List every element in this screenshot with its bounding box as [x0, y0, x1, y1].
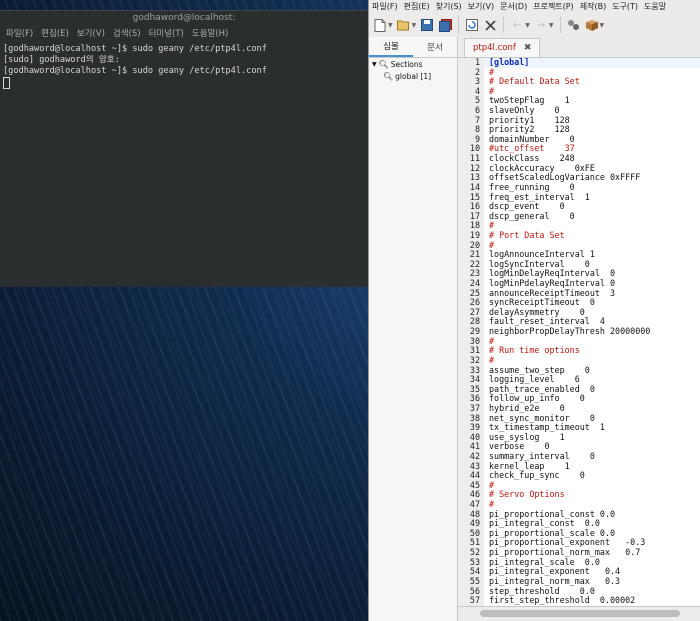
document-area: ptp4l.conf ✖ 1 [global] 2 #3 # Default Data … — [458, 37, 700, 621]
geany-window[interactable]: 파일(F) 편집(E) 찾기(S) 보기(V) 문서(D) 프로젝트(P) 제작… — [368, 0, 700, 621]
code-line[interactable]: 1 [global] — [458, 58, 700, 68]
terminal-menu-help[interactable]: 도움말(H) — [188, 27, 232, 39]
sidebar-tabs: 심볼 문서 — [369, 37, 457, 58]
editor-menu-tools[interactable]: 도구(T) — [609, 1, 641, 12]
code-editor[interactable]: 1 [global] 2 #3 # Default Data Set 4 #5 twoStep… — [458, 58, 700, 606]
tree-item-sections[interactable]: ▼ 🔍︎ Sections — [369, 58, 457, 70]
editor-menu-view[interactable]: 보기(V) — [465, 1, 497, 12]
editor-menubar: 파일(F) 편집(E) 찾기(S) 보기(V) 문서(D) 프로젝트(P) 제작… — [369, 0, 700, 13]
line-text: # Default Data Set — [489, 76, 580, 87]
line-number: 2 — [458, 67, 484, 78]
terminal-title: godhaword@localhost: — [0, 11, 368, 25]
terminal-menu-file[interactable]: 파일(F) — [2, 27, 37, 39]
line-number: 5 — [458, 96, 484, 107]
code-line[interactable]: 19 # Port Data Set — [458, 229, 700, 241]
scrollbar-thumb[interactable] — [480, 610, 680, 617]
line-text: # Port Data Set — [489, 229, 565, 240]
code-line[interactable]: 57 first_step_threshold 0.00002 — [458, 596, 700, 606]
terminal-line: [godhaword@localhost ~]$ sudo geany /etc… — [3, 44, 267, 54]
chevron-down-icon[interactable]: ▼ — [388, 22, 393, 29]
line-text: dscp_general 0 — [489, 210, 575, 221]
chevron-down-icon[interactable]: ▼ — [412, 22, 417, 29]
line-number: 4 — [458, 86, 484, 97]
open-file-icon[interactable] — [397, 18, 411, 32]
compile-icon[interactable] — [567, 18, 581, 32]
terminal-menu-edit[interactable]: 편집(E) — [37, 27, 73, 39]
code-line[interactable]: 3 # Default Data Set — [458, 77, 700, 87]
editor-menu-edit[interactable]: 편집(E) — [401, 1, 433, 12]
terminal-menu-search[interactable]: 검색(S) — [109, 27, 145, 39]
horizontal-scrollbar[interactable] — [458, 606, 700, 621]
toolbar-separator — [559, 17, 561, 33]
terminal-menu-terminal[interactable]: 터미널(T) — [145, 27, 188, 39]
terminal-window[interactable]: godhaword@localhost: 파일(F) 편집(E) 보기(V) 검… — [0, 10, 368, 287]
chevron-down-icon[interactable]: ▼ — [549, 22, 554, 29]
line-text: check_fup_sync 0 — [489, 470, 585, 481]
line-number: 1 — [458, 58, 484, 68]
terminal-cursor — [3, 77, 10, 89]
reload-icon[interactable] — [465, 18, 479, 32]
terminal-menubar: 파일(F) 편집(E) 보기(V) 검색(S) 터미널(T) 도움말(H) — [0, 25, 368, 41]
toolbar-separator — [458, 17, 460, 33]
toolbar-separator — [503, 17, 505, 33]
expander-triangle-icon[interactable]: ▼ — [372, 61, 377, 68]
editor-menu-project[interactable]: 프로젝트(P) — [530, 1, 577, 12]
document-tabs: ptp4l.conf ✖ — [458, 37, 700, 58]
line-text: neighborPropDelayThresh 20000000 — [489, 326, 651, 337]
terminal-menu-view[interactable]: 보기(V) — [73, 27, 109, 39]
line-text: first_step_threshold 0.00002 — [489, 595, 636, 606]
tab-ptp4l-conf[interactable]: ptp4l.conf ✖ — [464, 38, 541, 57]
close-icon[interactable]: ✖ — [524, 43, 532, 53]
tab-documents[interactable]: 문서 — [413, 37, 457, 57]
terminal-output[interactable]: [godhaword@localhost ~]$ sudo geany /etc… — [0, 41, 368, 94]
code-line[interactable]: 46 # Servo Options — [458, 489, 700, 501]
editor-menu-search[interactable]: 찾기(S) — [433, 1, 465, 12]
code-line[interactable]: 17 dscp_general 0 — [458, 210, 700, 222]
terminal-line: [godhaword@localhost ~]$ sudo geany /etc… — [3, 66, 267, 76]
build-icon[interactable] — [585, 18, 599, 32]
line-number: 57 — [458, 596, 484, 606]
new-file-icon[interactable] — [373, 18, 387, 32]
tab-filename: ptp4l.conf — [473, 43, 516, 53]
line-number: 3 — [458, 77, 484, 87]
line-text: # Servo Options — [489, 489, 565, 500]
chevron-down-icon[interactable]: ▼ — [525, 22, 530, 29]
symbol-tree: ▼ 🔍︎ Sections 🔍︎ global [1] — [369, 58, 457, 82]
back-icon[interactable]: ← — [510, 18, 524, 32]
sections-icon: 🔍︎ — [378, 59, 389, 69]
tab-symbols[interactable]: 심볼 — [369, 37, 413, 57]
code-line[interactable]: 31 # Run time options — [458, 346, 700, 356]
terminal-line: [sudo] godhaword의 암호: — [3, 55, 120, 65]
forward-icon[interactable]: → — [534, 18, 548, 32]
line-number: 6 — [458, 105, 484, 116]
editor-menu-help[interactable]: 도움말 — [641, 1, 669, 12]
editor-menu-document[interactable]: 문서(D) — [497, 1, 530, 12]
editor-sidebar: 심볼 문서 ▼ 🔍︎ Sections 🔍︎ global [1] — [369, 37, 458, 621]
editor-toolbar: ▼ ▼ ← ▼ → ▼ ▼ — [369, 13, 700, 38]
save-all-icon[interactable] — [438, 18, 452, 32]
editor-menu-build[interactable]: 제작(B) — [577, 1, 609, 12]
chevron-down-icon[interactable]: ▼ — [600, 22, 605, 29]
symbol-icon: 🔍︎ — [383, 71, 394, 81]
save-icon[interactable] — [420, 18, 434, 32]
close-icon[interactable] — [483, 18, 497, 32]
line-number: 8 — [458, 125, 484, 135]
editor-menu-file[interactable]: 파일(F) — [369, 1, 401, 12]
line-text: # Run time options — [489, 345, 580, 356]
tree-item-global[interactable]: 🔍︎ global [1] — [369, 70, 457, 82]
line-number: 7 — [458, 115, 484, 126]
code-line[interactable]: 29 neighborPropDelayThresh 20000000 — [458, 326, 700, 337]
tree-item-label: global [1] — [395, 71, 432, 81]
tree-item-label: Sections — [390, 59, 423, 69]
code-line[interactable]: 44 check_fup_sync 0 — [458, 471, 700, 481]
